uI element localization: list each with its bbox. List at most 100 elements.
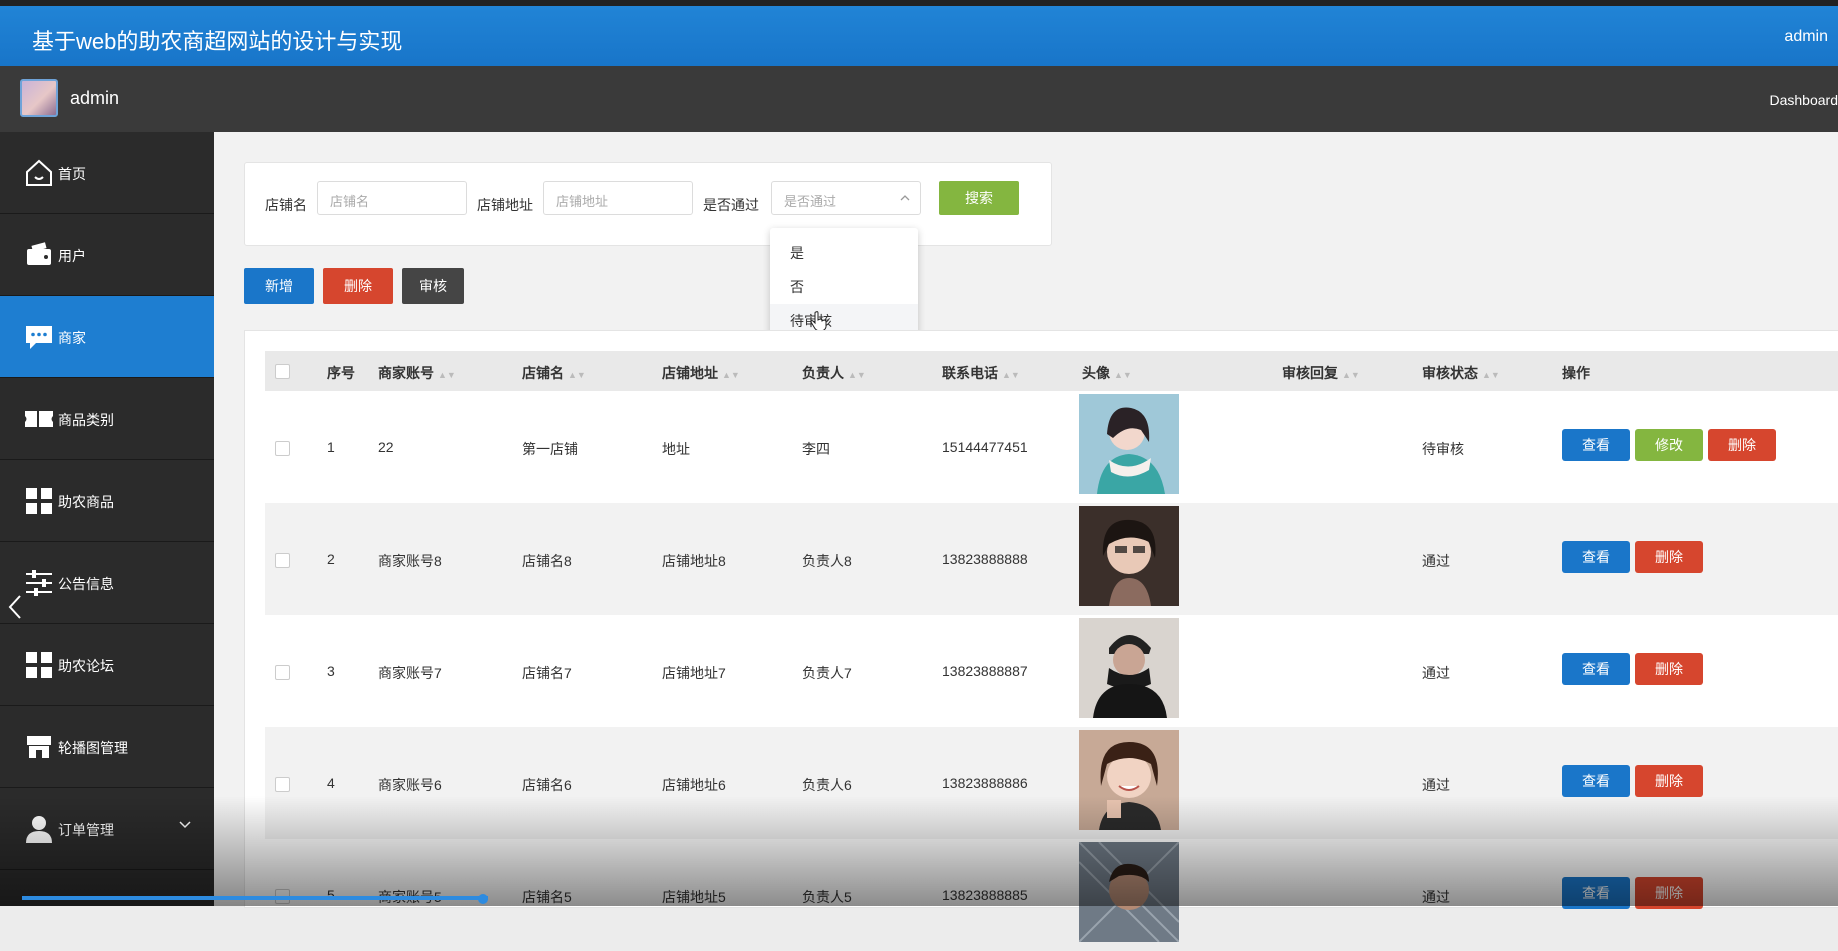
sidebar-item-merchant[interactable]: 商家 [0,296,214,378]
sidebar-item-carousel[interactable]: 轮播图管理 [0,706,214,788]
view-button[interactable]: 查看 [1562,765,1630,797]
wallet-icon [24,240,54,270]
sidebar-item-home[interactable]: 首页 [0,132,214,214]
col-avatar[interactable]: 头像▲▼ [1082,363,1132,383]
pass-select[interactable]: 是否通过 [771,181,921,215]
breadcrumb[interactable]: Dashboard [1770,92,1838,108]
col-account-label: 商家账号 [378,365,434,381]
video-progress-handle[interactable] [478,894,488,904]
row-checkbox[interactable] [275,665,290,680]
delete-button[interactable]: 删除 [323,268,393,304]
col-actions: 操作 [1562,363,1590,383]
header-user[interactable]: admin [1784,28,1828,46]
view-button[interactable]: 查看 [1562,429,1630,461]
sort-icon: ▲▼ [1002,370,1020,380]
view-button[interactable]: 查看 [1562,541,1630,573]
chat-icon [24,322,54,352]
col-phone[interactable]: 联系电话▲▼ [942,363,1020,383]
view-button[interactable]: 查看 [1562,653,1630,685]
shop-name-label: 店铺名 [265,195,307,215]
table-row: 3 商家账号7 店铺名7 店铺地址7 负责人7 13823888887 通过 查… [265,615,1838,727]
cell-status: 通过 [1422,887,1450,907]
cell-index: 2 [327,551,335,567]
grid-icon [24,486,54,516]
sidebar-item-forum[interactable]: 助农论坛 [0,624,214,706]
row-delete-button[interactable]: 删除 [1635,653,1703,685]
pass-label: 是否通过 [703,195,759,215]
cell-address: 店铺地址7 [662,663,726,683]
sliders-icon [24,568,54,598]
col-reply[interactable]: 审核回复▲▼ [1282,363,1360,383]
merchant-table: 序号 商家账号▲▼ 店铺名▲▼ 店铺地址▲▼ 负责人▲▼ 联系电话▲▼ 头像▲▼… [244,330,1838,908]
col-shop-label: 店铺名 [522,365,564,381]
sidebar-item-orders[interactable]: 订单管理 [0,788,214,870]
search-panel: 店铺名 店铺名 店铺地址 店铺地址 是否通过 是否通过 搜索 [244,162,1052,246]
sort-icon: ▲▼ [568,370,586,380]
sidebar-item-notice[interactable]: 公告信息 [0,542,214,624]
cell-account: 商家账号8 [378,551,442,571]
collapse-sidebar-icon[interactable] [6,592,24,622]
sidebar-item-category[interactable]: 商品类别 [0,378,214,460]
cell-status: 通过 [1422,663,1450,683]
sort-icon: ▲▼ [848,370,866,380]
shop-address-input[interactable]: 店铺地址 [543,181,693,215]
row-checkbox[interactable] [275,441,290,456]
sidebar-item-label: 用户 [58,246,86,266]
table-row: 2 商家账号8 店铺名8 店铺地址8 负责人8 13823888888 通过 查… [265,503,1838,615]
pass-option-yes[interactable]: 是 [770,236,918,270]
cell-phone: 15144477451 [942,439,1028,455]
edit-button[interactable]: 修改 [1635,429,1703,461]
col-address[interactable]: 店铺地址▲▼ [662,363,740,383]
col-owner-label: 负责人 [802,365,844,381]
shop-name-input[interactable]: 店铺名 [317,181,467,215]
cell-phone: 13823888888 [942,551,1028,567]
cell-index: 4 [327,775,335,791]
sidebar-item-label: 公告信息 [58,574,114,594]
col-status[interactable]: 审核状态▲▼ [1422,363,1500,383]
row-delete-button[interactable]: 删除 [1635,541,1703,573]
search-button[interactable]: 搜索 [939,181,1019,215]
sidebar-item-user[interactable]: 用户 [0,214,214,296]
sidebar-item-product[interactable]: 助农商品 [0,460,214,542]
cell-shop: 店铺名6 [522,775,572,795]
row-delete-button[interactable]: 删除 [1635,765,1703,797]
row-checkbox[interactable] [275,553,290,568]
avatar-photo [1079,506,1179,606]
avatar-photo [1079,394,1179,494]
pass-option-no[interactable]: 否 [770,270,918,304]
home-icon [24,158,54,188]
sort-icon: ▲▼ [1114,370,1132,380]
cell-owner: 负责人7 [802,663,852,683]
add-button[interactable]: 新增 [244,268,314,304]
view-button[interactable]: 查看 [1562,877,1630,909]
sidebar-item-label: 商品类别 [58,410,114,430]
ticket-icon [24,404,54,434]
cell-phone: 13823888886 [942,775,1028,791]
cell-shop: 店铺名7 [522,663,572,683]
cell-status: 通过 [1422,775,1450,795]
cell-shop: 店铺名8 [522,551,572,571]
cell-shop: 第一店铺 [522,439,578,459]
cell-index: 5 [327,887,335,903]
col-owner[interactable]: 负责人 ▲▼ [802,363,866,383]
table-row: 5 商家账号5 店铺名5 店铺地址5 负责人5 13823888885 通过 查… [265,839,1838,951]
cell-owner: 李四 [802,439,830,459]
select-all-checkbox[interactable] [275,364,290,379]
row-delete-button[interactable]: 删除 [1635,877,1703,909]
col-shop[interactable]: 店铺名 ▲▼ [522,363,586,383]
row-delete-button[interactable]: 删除 [1708,429,1776,461]
chevron-up-icon [900,194,910,202]
cell-status: 待审核 [1422,439,1464,459]
user-bar: admin Dashboard [0,66,1838,132]
video-progress-bar[interactable] [22,896,488,900]
row-checkbox[interactable] [275,777,290,792]
table-row: 1 22 第一店铺 地址 李四 15144477451 待审核 查看 修改 删除 [265,391,1838,503]
grid-icon [24,650,54,680]
avatar[interactable] [20,79,58,117]
avatar-photo [1079,842,1179,942]
review-button[interactable]: 审核 [402,268,464,304]
col-account[interactable]: 商家账号▲▼ [378,363,456,383]
avatar-photo [1079,730,1179,830]
top-header: 基于web的助农商超网站的设计与实现 admin [0,0,1838,66]
cell-owner: 负责人8 [802,551,852,571]
